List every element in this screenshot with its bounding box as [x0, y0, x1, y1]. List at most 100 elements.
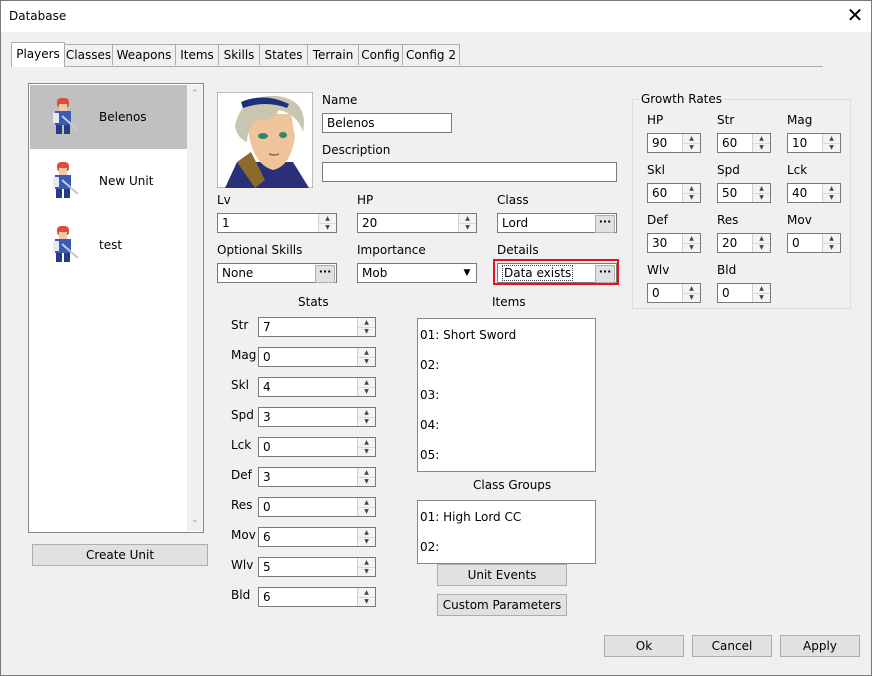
- growth-stepper[interactable]: 20 ▲ ▼: [717, 233, 771, 253]
- growth-value: 30: [652, 236, 668, 250]
- stat-stepper[interactable]: 0 ▲ ▼: [258, 497, 376, 517]
- list-item[interactable]: 04:: [420, 418, 439, 432]
- spin-arrows-icon[interactable]: ▲ ▼: [357, 498, 375, 516]
- class-field[interactable]: Lord ···: [497, 213, 617, 233]
- list-item[interactable]: 01: Short Sword: [420, 328, 516, 342]
- growth-label: Spd: [717, 163, 740, 177]
- growth-value: 50: [722, 186, 738, 200]
- scroll-up-icon[interactable]: ⌃: [191, 89, 199, 99]
- optional-skills-field[interactable]: None ···: [217, 263, 337, 283]
- spin-arrows-icon[interactable]: ▲ ▼: [357, 528, 375, 546]
- tab-skills[interactable]: Skills: [218, 44, 260, 65]
- list-item[interactable]: 02:: [420, 358, 439, 372]
- tab-config-2[interactable]: Config 2: [402, 44, 460, 65]
- growth-stepper[interactable]: 0 ▲ ▼: [717, 283, 771, 303]
- growth-value: 20: [722, 236, 738, 250]
- list-item[interactable]: test: [30, 213, 187, 277]
- list-scrollbar[interactable]: ⌃ ⌄: [187, 85, 203, 531]
- list-item[interactable]: 02:: [420, 540, 439, 554]
- spin-arrows-icon[interactable]: ▲ ▼: [357, 468, 375, 486]
- tab-players[interactable]: Players: [11, 42, 65, 67]
- class-groups-list[interactable]: 01: High Lord CC 02:: [417, 500, 596, 564]
- spin-arrows-icon[interactable]: ▲ ▼: [318, 214, 336, 232]
- spin-arrows-icon[interactable]: ▲ ▼: [822, 234, 840, 252]
- growth-value: 10: [792, 136, 808, 150]
- list-item[interactable]: 03:: [420, 388, 439, 402]
- spin-arrows-icon[interactable]: ▲ ▼: [357, 438, 375, 456]
- spin-arrows-icon[interactable]: ▲ ▼: [682, 284, 700, 302]
- growth-stepper[interactable]: 10 ▲ ▼: [787, 133, 841, 153]
- spin-arrows-icon[interactable]: ▲ ▼: [357, 408, 375, 426]
- chevron-down-icon[interactable]: ▼: [459, 265, 475, 281]
- items-list[interactable]: 01: Short Sword 02: 03: 04: 05:: [417, 318, 596, 472]
- spin-arrows-icon[interactable]: ▲ ▼: [682, 184, 700, 202]
- stat-stepper[interactable]: 0 ▲ ▼: [258, 347, 376, 367]
- spin-arrows-icon[interactable]: ▲ ▼: [752, 184, 770, 202]
- spin-arrows-icon[interactable]: ▲ ▼: [458, 214, 476, 232]
- stat-value: 0: [263, 440, 271, 454]
- list-item[interactable]: 05:: [420, 448, 439, 462]
- list-item[interactable]: Belenos: [30, 85, 187, 149]
- stat-stepper[interactable]: 3 ▲ ▼: [258, 407, 376, 427]
- stat-stepper[interactable]: 0 ▲ ▼: [258, 437, 376, 457]
- scroll-down-icon[interactable]: ⌄: [191, 515, 199, 525]
- tab-config[interactable]: Config: [358, 44, 403, 65]
- tab-states[interactable]: States: [259, 44, 308, 65]
- spin-arrows-icon[interactable]: ▲ ▼: [682, 234, 700, 252]
- growth-stepper[interactable]: 90 ▲ ▼: [647, 133, 701, 153]
- list-item[interactable]: 01: High Lord CC: [420, 510, 521, 524]
- stat-stepper[interactable]: 5 ▲ ▼: [258, 557, 376, 577]
- hp-stepper[interactable]: 20 ▲ ▼: [357, 213, 477, 233]
- spin-arrows-icon[interactable]: ▲ ▼: [822, 134, 840, 152]
- spin-arrows-icon[interactable]: ▲ ▼: [357, 318, 375, 336]
- stat-stepper[interactable]: 4 ▲ ▼: [258, 377, 376, 397]
- create-unit-button[interactable]: Create Unit: [32, 544, 208, 566]
- spin-arrows-icon[interactable]: ▲ ▼: [357, 348, 375, 366]
- growth-stepper[interactable]: 40 ▲ ▼: [787, 183, 841, 203]
- ellipsis-icon[interactable]: ···: [595, 215, 615, 233]
- stat-stepper[interactable]: 6 ▲ ▼: [258, 587, 376, 607]
- spin-arrows-icon[interactable]: ▲ ▼: [357, 378, 375, 396]
- name-field[interactable]: Belenos: [322, 113, 452, 133]
- tab-classes[interactable]: Classes: [64, 44, 113, 65]
- growth-stepper[interactable]: 0 ▲ ▼: [787, 233, 841, 253]
- description-field[interactable]: [322, 162, 617, 182]
- spin-arrows-icon[interactable]: ▲ ▼: [357, 558, 375, 576]
- close-icon[interactable]: ✕: [841, 4, 869, 28]
- spin-arrows-icon[interactable]: ▲ ▼: [752, 134, 770, 152]
- growth-label: Bld: [717, 263, 737, 277]
- list-item[interactable]: New Unit: [30, 149, 187, 213]
- spin-arrows-icon[interactable]: ▲ ▼: [822, 184, 840, 202]
- growth-value: 0: [652, 286, 660, 300]
- growth-stepper[interactable]: 60 ▲ ▼: [717, 133, 771, 153]
- stat-value: 0: [263, 500, 271, 514]
- stat-stepper[interactable]: 3 ▲ ▼: [258, 467, 376, 487]
- spin-arrows-icon[interactable]: ▲ ▼: [682, 134, 700, 152]
- tab-items[interactable]: Items: [175, 44, 219, 65]
- cancel-button[interactable]: Cancel: [692, 635, 772, 657]
- spin-arrows-icon[interactable]: ▲ ▼: [357, 588, 375, 606]
- stat-stepper[interactable]: 6 ▲ ▼: [258, 527, 376, 547]
- stat-stepper[interactable]: 7 ▲ ▼: [258, 317, 376, 337]
- optional-skills-label: Optional Skills: [217, 243, 303, 257]
- ellipsis-icon[interactable]: ···: [315, 265, 335, 283]
- spin-arrows-icon[interactable]: ▲ ▼: [752, 234, 770, 252]
- stat-value: 6: [263, 590, 271, 604]
- importance-select[interactable]: Mob ▼: [357, 263, 477, 283]
- ok-button[interactable]: Ok: [604, 635, 684, 657]
- stat-label: Bld: [231, 588, 251, 602]
- unit-events-button[interactable]: Unit Events: [437, 564, 567, 586]
- growth-stepper[interactable]: 50 ▲ ▼: [717, 183, 771, 203]
- tab-weapons[interactable]: Weapons: [112, 44, 176, 65]
- apply-button[interactable]: Apply: [780, 635, 860, 657]
- spin-arrows-icon[interactable]: ▲ ▼: [752, 284, 770, 302]
- details-label: Details: [497, 243, 539, 257]
- tab-terrain[interactable]: Terrain: [307, 44, 359, 65]
- growth-label: Res: [717, 213, 739, 227]
- growth-stepper[interactable]: 60 ▲ ▼: [647, 183, 701, 203]
- growth-stepper[interactable]: 30 ▲ ▼: [647, 233, 701, 253]
- unit-list[interactable]: Belenos New Unit test ⌃ ⌄: [28, 83, 204, 533]
- growth-stepper[interactable]: 0 ▲ ▼: [647, 283, 701, 303]
- custom-parameters-button[interactable]: Custom Parameters: [437, 594, 567, 616]
- lv-stepper[interactable]: 1 ▲ ▼: [217, 213, 337, 233]
